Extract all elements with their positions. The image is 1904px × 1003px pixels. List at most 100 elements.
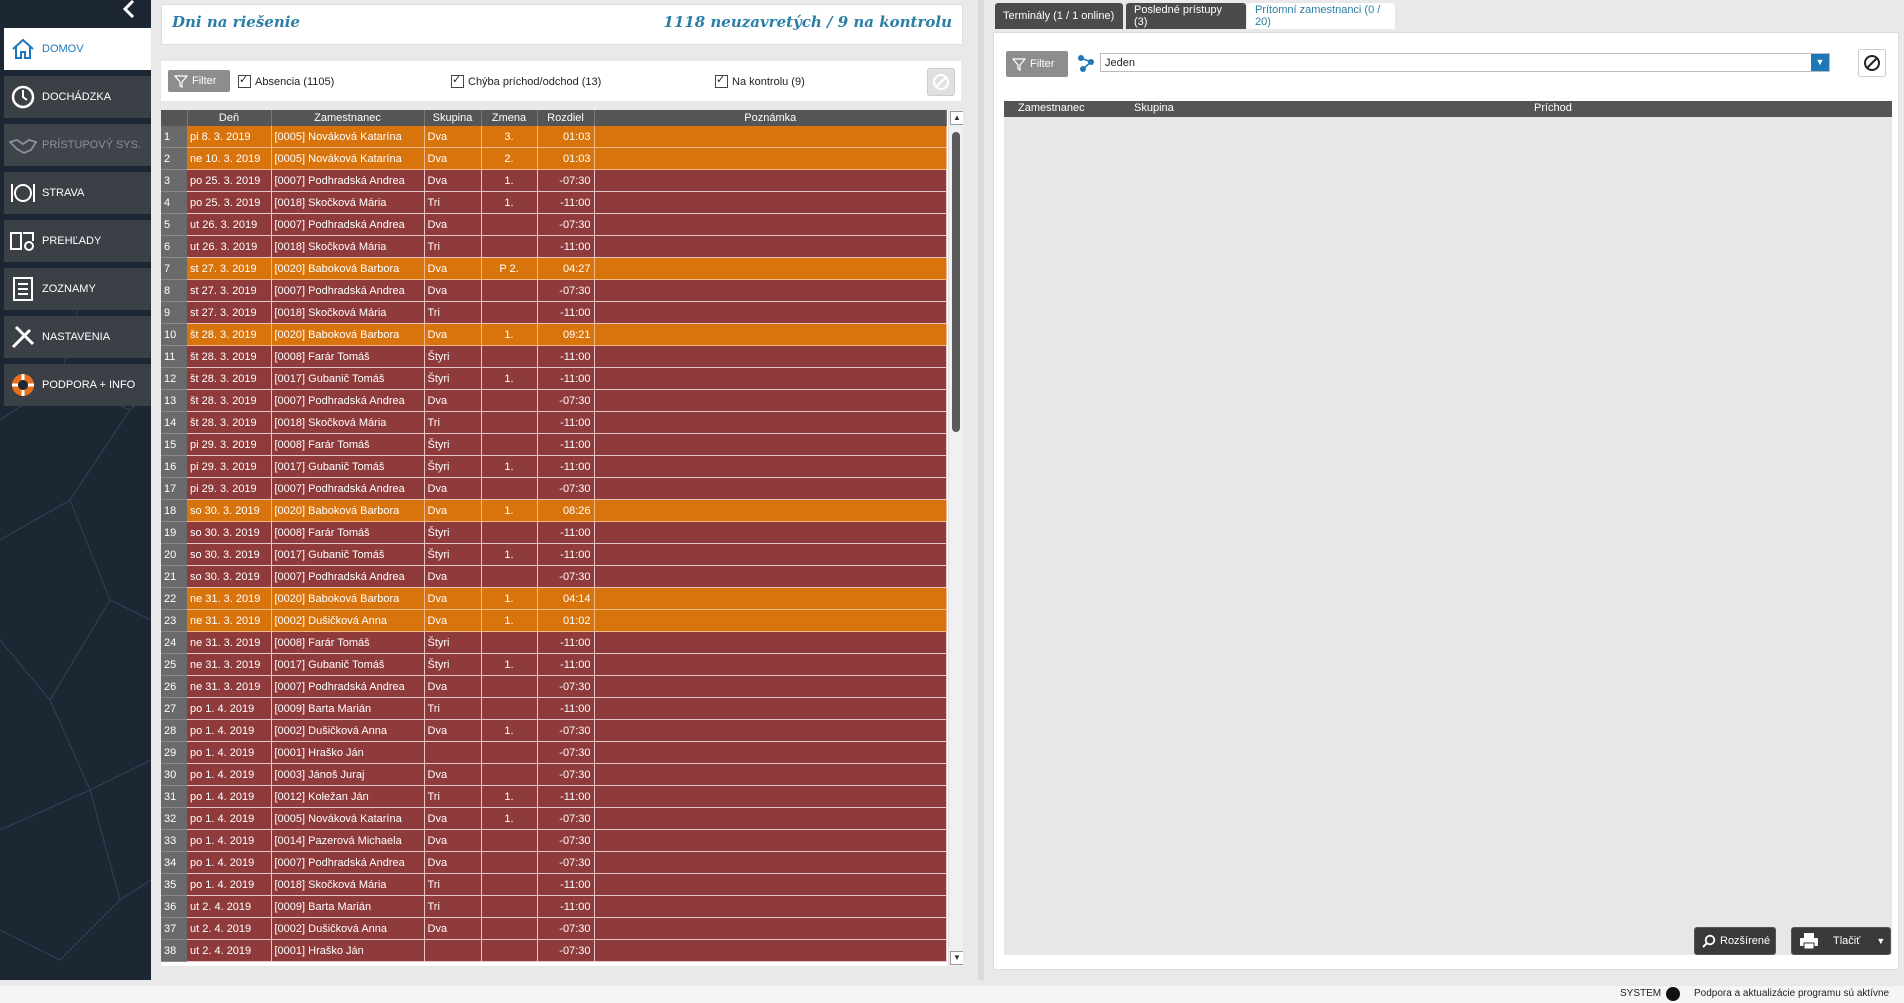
row-index-cell[interactable]: 20 xyxy=(161,543,187,566)
shift-cell[interactable]: P 2. xyxy=(481,257,538,280)
shift-cell[interactable]: 1. xyxy=(481,323,538,346)
day-cell[interactable]: ut 2. 4. 2019 xyxy=(187,895,272,918)
employee-cell[interactable]: [0008] Farár Tomáš xyxy=(271,631,425,654)
employee-cell[interactable]: [0020] Baboková Barbora xyxy=(271,587,425,610)
row-index-cell[interactable]: 32 xyxy=(161,807,187,830)
table-row[interactable]: 13 št 28. 3. 2019 [0007] Podhradská Andrea… xyxy=(161,389,947,412)
group-cell[interactable]: Dva xyxy=(424,917,482,940)
difference-cell[interactable]: -11:00 xyxy=(537,873,595,896)
employee-cell[interactable]: [0002] Dušičková Anna xyxy=(271,917,425,940)
employee-cell[interactable]: [0017] Gubanič Tomáš xyxy=(271,455,425,478)
table-row[interactable]: 19 so 30. 3. 2019 [0008] Farár Tomáš Štyri -… xyxy=(161,521,947,544)
group-cell[interactable]: Štyri xyxy=(424,543,482,566)
table-row[interactable]: 16 pi 29. 3. 2019 [0017] Gubanič Tomáš Štyr… xyxy=(161,455,947,478)
column-header-index[interactable] xyxy=(161,110,188,126)
row-index-cell[interactable]: 16 xyxy=(161,455,187,478)
column-header-note[interactable]: Poznámka xyxy=(594,110,947,126)
note-cell[interactable] xyxy=(594,279,947,302)
shift-cell[interactable] xyxy=(481,411,538,434)
row-index-cell[interactable]: 3 xyxy=(161,169,187,192)
table-row[interactable]: 36 ut 2. 4. 2019 [0009] Barta Marián Tri -11… xyxy=(161,895,947,918)
day-cell[interactable]: po 1. 4. 2019 xyxy=(187,719,272,742)
employee-cell[interactable]: [0014] Pazerová Michaela xyxy=(271,829,425,852)
group-cell[interactable]: Dva xyxy=(424,147,482,170)
employee-cell[interactable]: [0018] Skočková Mária xyxy=(271,235,425,258)
employee-cell[interactable]: [0007] Podhradská Andrea xyxy=(271,169,425,192)
day-cell[interactable]: po 1. 4. 2019 xyxy=(187,741,272,764)
table-row[interactable]: 29 po 1. 4. 2019 [0001] Hraško Ján -07:30 xyxy=(161,741,947,764)
day-cell[interactable]: ne 31. 3. 2019 xyxy=(187,609,272,632)
group-cell[interactable] xyxy=(424,939,482,962)
difference-cell[interactable]: 09:21 xyxy=(537,323,595,346)
row-index-cell[interactable]: 35 xyxy=(161,873,187,896)
sidebar-item-lifebuoy[interactable]: PODPORA + INFO xyxy=(4,364,151,406)
group-cell[interactable]: Tri xyxy=(424,895,482,918)
note-cell[interactable] xyxy=(594,147,947,170)
employee-cell[interactable]: [0007] Podhradská Andrea xyxy=(271,675,425,698)
employee-cell[interactable]: [0017] Gubanič Tomáš xyxy=(271,543,425,566)
shift-cell[interactable]: 1. xyxy=(481,191,538,214)
employee-cell[interactable]: [0017] Gubanič Tomáš xyxy=(271,367,425,390)
row-index-cell[interactable]: 24 xyxy=(161,631,187,654)
row-index-cell[interactable]: 36 xyxy=(161,895,187,918)
shift-cell[interactable] xyxy=(481,345,538,368)
group-cell[interactable]: Dva xyxy=(424,829,482,852)
row-index-cell[interactable]: 9 xyxy=(161,301,187,324)
row-index-cell[interactable]: 37 xyxy=(161,917,187,940)
table-row[interactable]: 25 ne 31. 3. 2019 [0017] Gubanič Tomáš Štyr… xyxy=(161,653,947,676)
day-cell[interactable]: ut 2. 4. 2019 xyxy=(187,939,272,962)
group-cell[interactable]: Tri xyxy=(424,697,482,720)
employee-cell[interactable]: [0009] Barta Marián xyxy=(271,697,425,720)
table-row[interactable]: 1 pi 8. 3. 2019 [0005] Nováková Katarína Dv… xyxy=(161,126,947,148)
note-cell[interactable] xyxy=(594,323,947,346)
table-row[interactable]: 37 ut 2. 4. 2019 [0002] Dušičková Anna Dva -… xyxy=(161,917,947,940)
row-index-cell[interactable]: 14 xyxy=(161,411,187,434)
group-cell[interactable]: Dva xyxy=(424,477,482,500)
sidebar-item-clock[interactable]: DOCHÁDZKA xyxy=(4,76,151,118)
row-index-cell[interactable]: 7 xyxy=(161,257,187,280)
note-cell[interactable] xyxy=(594,477,947,500)
row-index-cell[interactable]: 19 xyxy=(161,521,187,544)
right-clear-filter-button[interactable] xyxy=(1858,49,1886,77)
day-cell[interactable]: po 1. 4. 2019 xyxy=(187,829,272,852)
employee-cell[interactable]: [0007] Podhradská Andrea xyxy=(271,279,425,302)
table-row[interactable]: 5 ut 26. 3. 2019 [0007] Podhradská Andrea D… xyxy=(161,213,947,236)
group-cell[interactable]: Štyri xyxy=(424,521,482,544)
day-cell[interactable]: ne 31. 3. 2019 xyxy=(187,675,272,698)
shift-cell[interactable]: 1. xyxy=(481,587,538,610)
shift-cell[interactable] xyxy=(481,389,538,412)
tab-present-employees[interactable]: Prítomní zamestnanci (0 / 20) xyxy=(1247,3,1395,29)
difference-cell[interactable]: -07:30 xyxy=(537,741,595,764)
table-row[interactable]: 7st 27. 3. 2019 [0020] Baboková Barbora Dv… xyxy=(161,257,947,280)
checkbox-box[interactable] xyxy=(715,73,728,88)
day-cell[interactable]: st 27. 3. 2019 xyxy=(187,257,272,280)
note-cell[interactable] xyxy=(594,235,947,258)
employee-cell[interactable]: [0008] Farár Tomáš xyxy=(271,433,425,456)
note-cell[interactable] xyxy=(594,543,947,566)
group-cell[interactable]: Dva xyxy=(424,851,482,874)
table-row[interactable]: 24 ne 31. 3. 2019 [0008] Farár Tomáš Štyri -… xyxy=(161,631,947,654)
employee-cell[interactable]: [0002] Dušičková Anna xyxy=(271,609,425,632)
shift-cell[interactable] xyxy=(481,895,538,918)
difference-cell[interactable]: -11:00 xyxy=(537,455,595,478)
day-cell[interactable]: po 1. 4. 2019 xyxy=(187,873,272,896)
shift-cell[interactable] xyxy=(481,873,538,896)
note-cell[interactable] xyxy=(594,829,947,852)
shift-cell[interactable] xyxy=(481,565,538,588)
scrollbar-thumb[interactable] xyxy=(952,132,960,432)
day-cell[interactable]: so 30. 3. 2019 xyxy=(187,521,272,544)
table-row[interactable]: 33 po 1. 4. 2019 [0014] Pazerová Michaela D… xyxy=(161,829,947,852)
note-cell[interactable] xyxy=(594,675,947,698)
day-cell[interactable]: ut 26. 3. 2019 xyxy=(187,213,272,236)
table-row[interactable]: 15 pi 29. 3. 2019 [0008] Farár Tomáš Štyri -… xyxy=(161,433,947,456)
shift-cell[interactable] xyxy=(481,851,538,874)
scroll-up-icon[interactable]: ▲ xyxy=(950,111,963,125)
sidebar-item-plate[interactable]: STRAVA xyxy=(4,172,151,214)
difference-cell[interactable]: -11:00 xyxy=(537,895,595,918)
chevron-down-icon[interactable]: ▼ xyxy=(1876,936,1885,946)
column-header-day[interactable]: Deň xyxy=(187,110,272,126)
shift-cell[interactable] xyxy=(481,741,538,764)
day-cell[interactable]: po 25. 3. 2019 xyxy=(187,191,272,214)
row-index-cell[interactable]: 28 xyxy=(161,719,187,742)
checkbox-box[interactable] xyxy=(451,73,464,88)
